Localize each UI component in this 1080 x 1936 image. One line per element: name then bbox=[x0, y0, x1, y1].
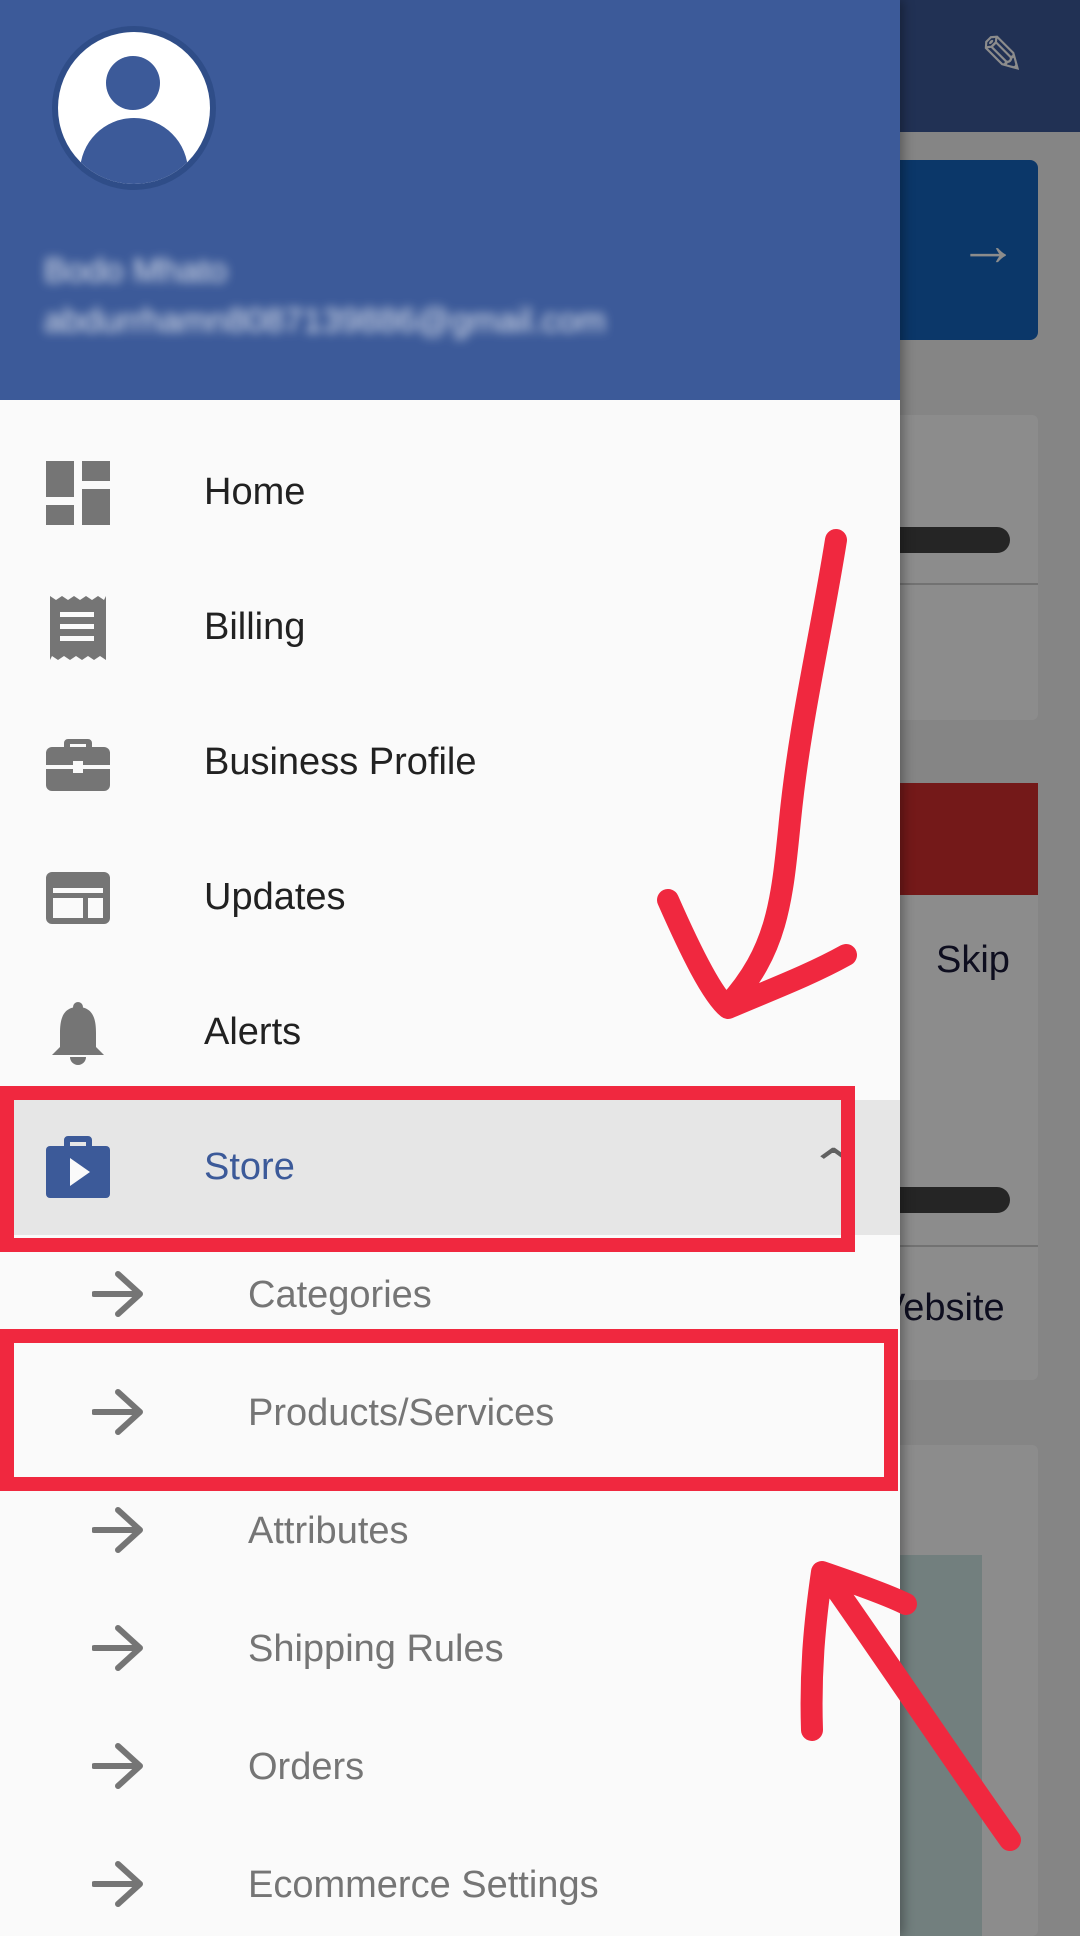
arrow-right-icon bbox=[92, 1861, 143, 1907]
menu-item-billing[interactable]: Billing bbox=[0, 560, 900, 695]
menu-item-label: Billing bbox=[204, 606, 306, 648]
arrow-right-icon bbox=[92, 1271, 143, 1317]
menu-item-alerts[interactable]: Alerts bbox=[0, 965, 900, 1100]
annotation-box-products-services bbox=[0, 1329, 898, 1491]
menu-item-label: Business Profile bbox=[204, 741, 477, 783]
menu-item-label: Home bbox=[204, 471, 306, 513]
submenu-item-label: Shipping Rules bbox=[248, 1628, 504, 1670]
annotation-box-store bbox=[0, 1086, 855, 1252]
submenu-item-label: Attributes bbox=[248, 1510, 409, 1552]
submenu-item-ecommerce-settings[interactable]: Ecommerce Settings bbox=[0, 1825, 900, 1936]
user-email: abdurrhamn8087139886@gmail.com bbox=[44, 302, 606, 340]
briefcase-icon bbox=[46, 739, 110, 791]
menu-item-home[interactable]: Home bbox=[0, 425, 900, 560]
submenu-item-orders[interactable]: Orders bbox=[0, 1707, 900, 1825]
arrow-right-icon bbox=[92, 1743, 143, 1789]
user-name: Bodo Mhato bbox=[44, 252, 228, 290]
navigation-drawer: Bodo Mhato abdurrhamn8087139886@gmail.co… bbox=[0, 0, 900, 1936]
web-icon bbox=[46, 872, 110, 924]
menu-item-business-profile[interactable]: Business Profile bbox=[0, 695, 900, 830]
submenu-item-label: Ecommerce Settings bbox=[248, 1864, 599, 1906]
drawer-header: Bodo Mhato abdurrhamn8087139886@gmail.co… bbox=[0, 0, 900, 400]
menu-item-label: Updates bbox=[204, 876, 346, 918]
menu-item-label: Alerts bbox=[204, 1011, 302, 1053]
receipt-icon bbox=[50, 596, 106, 660]
submenu-item-label: Orders bbox=[248, 1746, 365, 1788]
dashboard-icon bbox=[46, 461, 110, 525]
submenu-item-shipping-rules[interactable]: Shipping Rules bbox=[0, 1589, 900, 1707]
bell-icon bbox=[52, 1002, 104, 1065]
arrow-right-icon bbox=[92, 1625, 143, 1671]
avatar-icon[interactable] bbox=[58, 32, 210, 184]
submenu-item-label: Categories bbox=[248, 1274, 432, 1316]
menu-item-updates[interactable]: Updates bbox=[0, 830, 900, 965]
arrow-right-icon bbox=[92, 1507, 143, 1553]
